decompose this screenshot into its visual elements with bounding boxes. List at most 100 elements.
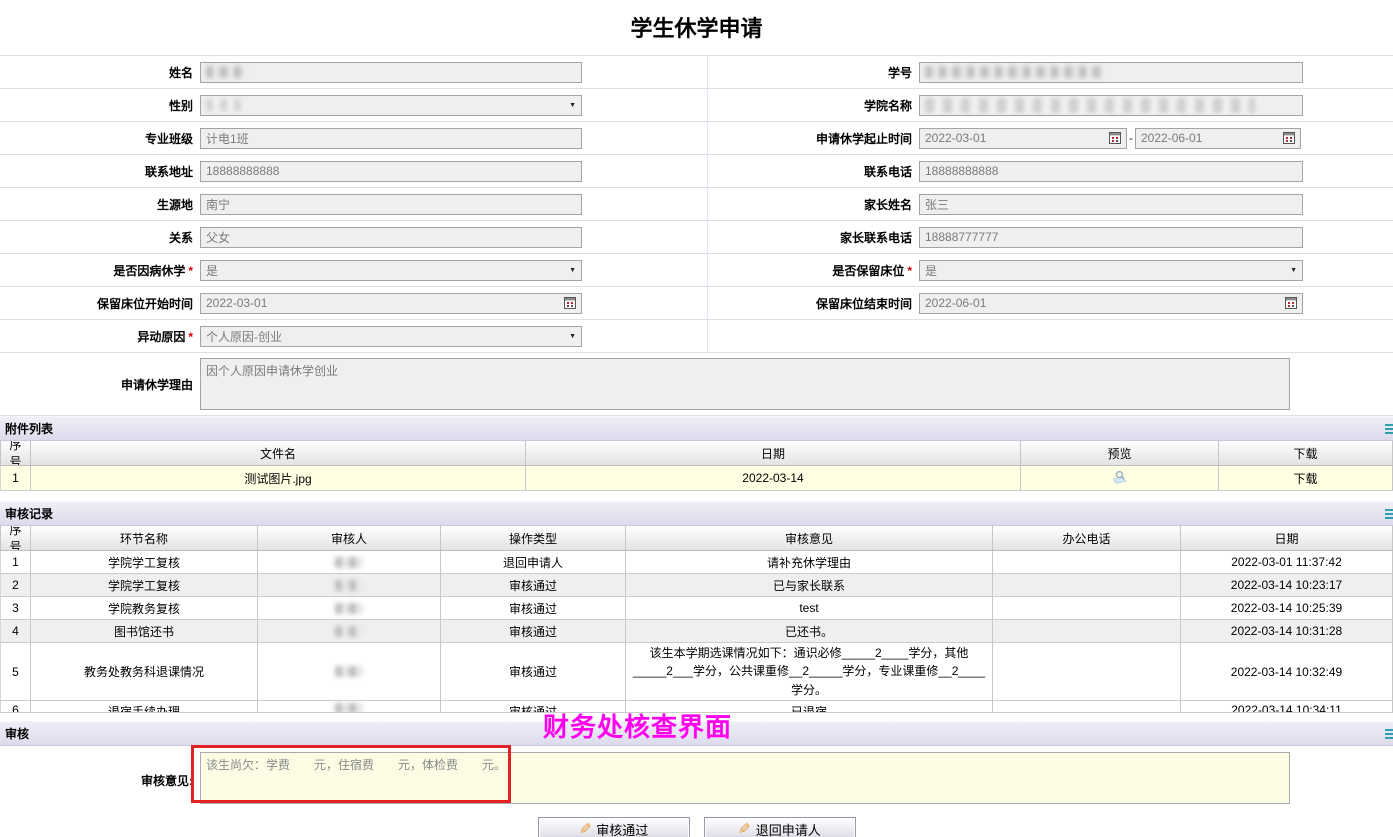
chevron-down-icon: ▼ xyxy=(569,102,576,109)
name-label: 姓名 xyxy=(0,64,200,81)
col-header: 环节名称 xyxy=(31,526,258,550)
bed-end-date-field[interactable]: 2022-06-01 xyxy=(919,293,1303,314)
collapse-icon[interactable] xyxy=(1385,424,1393,434)
audit-opinion-textarea[interactable]: 该生尚欠：学费 元，住宿费 元，体检费 元。 xyxy=(200,752,1290,804)
gender-label: 性别 xyxy=(0,97,200,114)
col-header: 预览 xyxy=(1021,441,1219,465)
attachment-preview-cell xyxy=(1021,466,1219,490)
calendar-icon[interactable] xyxy=(1109,132,1121,144)
review-opinion: test xyxy=(626,597,993,619)
bed-start-label: 保留床位开始时间 xyxy=(0,295,200,312)
review-date: 2022-03-14 10:31:28 xyxy=(1181,620,1393,642)
sick-leave-label: 是否因病休学* xyxy=(0,262,200,279)
review-date: 2022-03-14 10:32:49 xyxy=(1181,643,1393,700)
contact-phone-label: 联系电话 xyxy=(708,163,919,180)
return-button-label: 退回申请人 xyxy=(756,820,821,837)
keep-bed-select[interactable]: 是 ▼ xyxy=(919,260,1303,281)
review-opinion: 已还书。 xyxy=(626,620,993,642)
form-row: 专业班级 计电1班 申请休学起止时间 2022-03-01 - 2022-06-… xyxy=(0,122,1393,155)
review-opinion: 该生本学期选课情况如下：通识必修_____2____学分，其他_____2___… xyxy=(626,643,993,700)
gender-select[interactable]: ▼ xyxy=(200,95,582,116)
date-range-separator: - xyxy=(1129,131,1133,145)
col-header: 日期 xyxy=(1181,526,1393,550)
chevron-down-icon: ▼ xyxy=(569,267,576,274)
review-action: 审核通过 xyxy=(441,620,626,642)
form-row: 申请休学理由 因个人原因申请休学创业 xyxy=(0,353,1393,416)
attachment-no: 1 xyxy=(1,466,31,490)
review-no: 4 xyxy=(1,620,31,642)
relation-label: 关系 xyxy=(0,229,200,246)
collapse-icon[interactable] xyxy=(1385,729,1393,739)
pencil-icon: ✎ xyxy=(579,822,592,837)
masked-college-value xyxy=(925,98,1255,113)
reason-text-value: 因个人原因申请休学创业 xyxy=(206,362,338,379)
hometown-value: 南宁 xyxy=(206,196,230,213)
return-button[interactable]: ✎ 退回申请人 xyxy=(704,817,856,837)
class-value: 计电1班 xyxy=(206,130,249,147)
sick-leave-value: 是 xyxy=(206,262,218,279)
attachment-filename: 测试图片.jpg xyxy=(31,466,526,490)
review-no: 1 xyxy=(1,551,31,573)
audit-buttons: ✎ 审核通过 ✎ 退回申请人 xyxy=(0,817,1393,837)
approve-button[interactable]: ✎ 审核通过 xyxy=(538,817,690,837)
required-asterisk: * xyxy=(907,264,912,278)
reason-type-select[interactable]: 个人原因-创业 ▼ xyxy=(200,326,582,347)
relation-value: 父女 xyxy=(206,229,230,246)
sick-leave-select[interactable]: 是 ▼ xyxy=(200,260,582,281)
masked-reviewer-value xyxy=(335,603,363,614)
calendar-icon[interactable] xyxy=(1285,297,1297,309)
form-row: 关系 父女 家长联系电话 18888777777 xyxy=(0,221,1393,254)
calendar-icon[interactable] xyxy=(1283,132,1295,144)
relation-field: 父女 xyxy=(200,227,582,248)
audit-opinion-row: 审核意见: 该生尚欠：学费 元，住宿费 元，体检费 元。 xyxy=(0,752,1393,804)
attachment-row: 1 测试图片.jpg 2022-03-14 下载 xyxy=(0,466,1393,491)
review-phone xyxy=(993,574,1181,596)
review-records-section-bar: 审核记录 xyxy=(0,501,1393,526)
parent-name-value: 张三 xyxy=(925,196,949,213)
review-date: 2022-03-14 10:23:17 xyxy=(1181,574,1393,596)
preview-icon[interactable] xyxy=(1111,470,1128,487)
form-row: 性别 ▼ 学院名称 xyxy=(0,89,1393,122)
leave-end-date-field[interactable]: 2022-06-01 xyxy=(1135,128,1301,149)
masked-reviewer-value xyxy=(335,557,363,568)
masked-reviewer-value xyxy=(335,666,363,677)
chevron-down-icon: ▼ xyxy=(569,333,576,340)
page-title: 学生休学申请 xyxy=(0,0,1393,55)
leave-period-label: 申请休学起止时间 xyxy=(708,130,919,147)
required-asterisk: * xyxy=(188,330,193,344)
review-date: 2022-03-14 10:25:39 xyxy=(1181,597,1393,619)
masked-gender-value xyxy=(206,99,248,111)
review-reviewer xyxy=(258,620,441,642)
review-action: 审核通过 xyxy=(441,574,626,596)
hometown-field: 南宁 xyxy=(200,194,582,215)
leave-start-date-field[interactable]: 2022-03-01 xyxy=(919,128,1127,149)
download-link[interactable]: 下载 xyxy=(1293,470,1317,487)
review-step: 退宿手续办理 xyxy=(31,701,258,712)
calendar-icon[interactable] xyxy=(564,297,576,309)
col-header: 审核意见 xyxy=(626,526,993,550)
contact-address-value: 18888888888 xyxy=(206,164,279,178)
review-phone xyxy=(993,551,1181,573)
review-date: 2022-03-01 11:37:42 xyxy=(1181,551,1393,573)
college-field xyxy=(919,95,1303,116)
review-records-section-title: 审核记录 xyxy=(5,505,53,522)
review-opinion: 请补充休学理由 xyxy=(626,551,993,573)
review-action: 退回申请人 xyxy=(441,551,626,573)
review-action: 审核通过 xyxy=(441,643,626,700)
collapse-icon[interactable] xyxy=(1385,509,1393,519)
attachments-section-title: 附件列表 xyxy=(5,420,53,437)
reason-type-value: 个人原因-创业 xyxy=(206,328,282,345)
audit-section-title: 审核 xyxy=(5,725,29,742)
pencil-icon: ✎ xyxy=(738,822,751,837)
review-step: 教务处教务科退课情况 xyxy=(31,643,258,700)
col-header: 日期 xyxy=(526,441,1021,465)
contact-address-label: 联系地址 xyxy=(0,163,200,180)
col-header: 序号 xyxy=(1,526,31,550)
col-header: 下载 xyxy=(1219,441,1393,465)
leave-start-value: 2022-03-01 xyxy=(925,131,986,145)
attachment-download-cell: 下载 xyxy=(1219,466,1393,490)
review-row: 2 学院学工复核 审核通过 已与家长联系 2022-03-14 10:23:17 xyxy=(0,574,1393,597)
contact-phone-value: 18888888888 xyxy=(925,164,998,178)
bed-start-date-field[interactable]: 2022-03-01 xyxy=(200,293,582,314)
review-reviewer xyxy=(258,701,441,712)
